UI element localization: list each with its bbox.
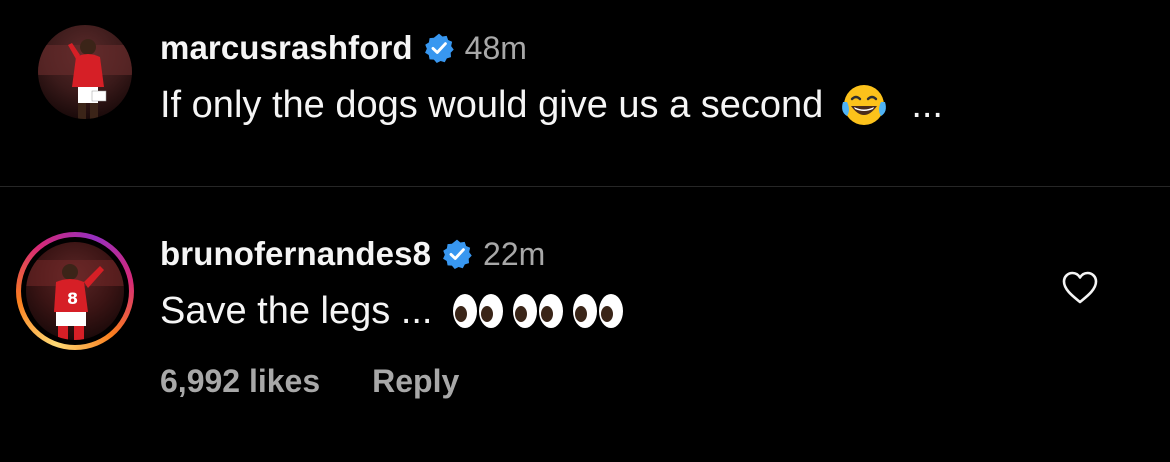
svg-text:8: 8 [67, 289, 78, 308]
heart-outline-icon[interactable] [1060, 268, 1100, 308]
timestamp: 48m [464, 29, 527, 66]
comment-header: marcusrashford 48m [160, 28, 527, 68]
username[interactable]: brunofernandes8 [160, 235, 431, 273]
comment-body: If only the dogs would give us a second … [160, 82, 943, 128]
eyes-emoji-group [451, 291, 625, 331]
reply-button[interactable]: Reply [372, 363, 459, 400]
likes-count[interactable]: 6,992 likes [160, 363, 320, 400]
comment-text: Save the legs ... [160, 289, 433, 332]
divider [0, 186, 1170, 187]
eyes-emoji [512, 294, 563, 328]
comment-trailing: ... [911, 83, 943, 126]
timestamp: 22m [483, 235, 546, 272]
avatar-marcusrashford[interactable] [38, 25, 132, 119]
verified-badge-icon [424, 33, 454, 64]
eyes-emoji [452, 294, 503, 328]
comment-body: Save the legs ... [160, 288, 625, 334]
eyes-emoji [572, 294, 623, 328]
username[interactable]: marcusrashford [160, 29, 413, 67]
avatar-brunofernandes8[interactable]: 8 [26, 242, 124, 340]
laughing-tears-emoji [842, 85, 887, 125]
comment-meta: 6,992 likes Reply [160, 360, 459, 402]
comment-text: If only the dogs would give us a second [160, 83, 824, 126]
comment-header: brunofernandes8 22m [160, 234, 545, 274]
verified-badge-icon [443, 239, 472, 270]
